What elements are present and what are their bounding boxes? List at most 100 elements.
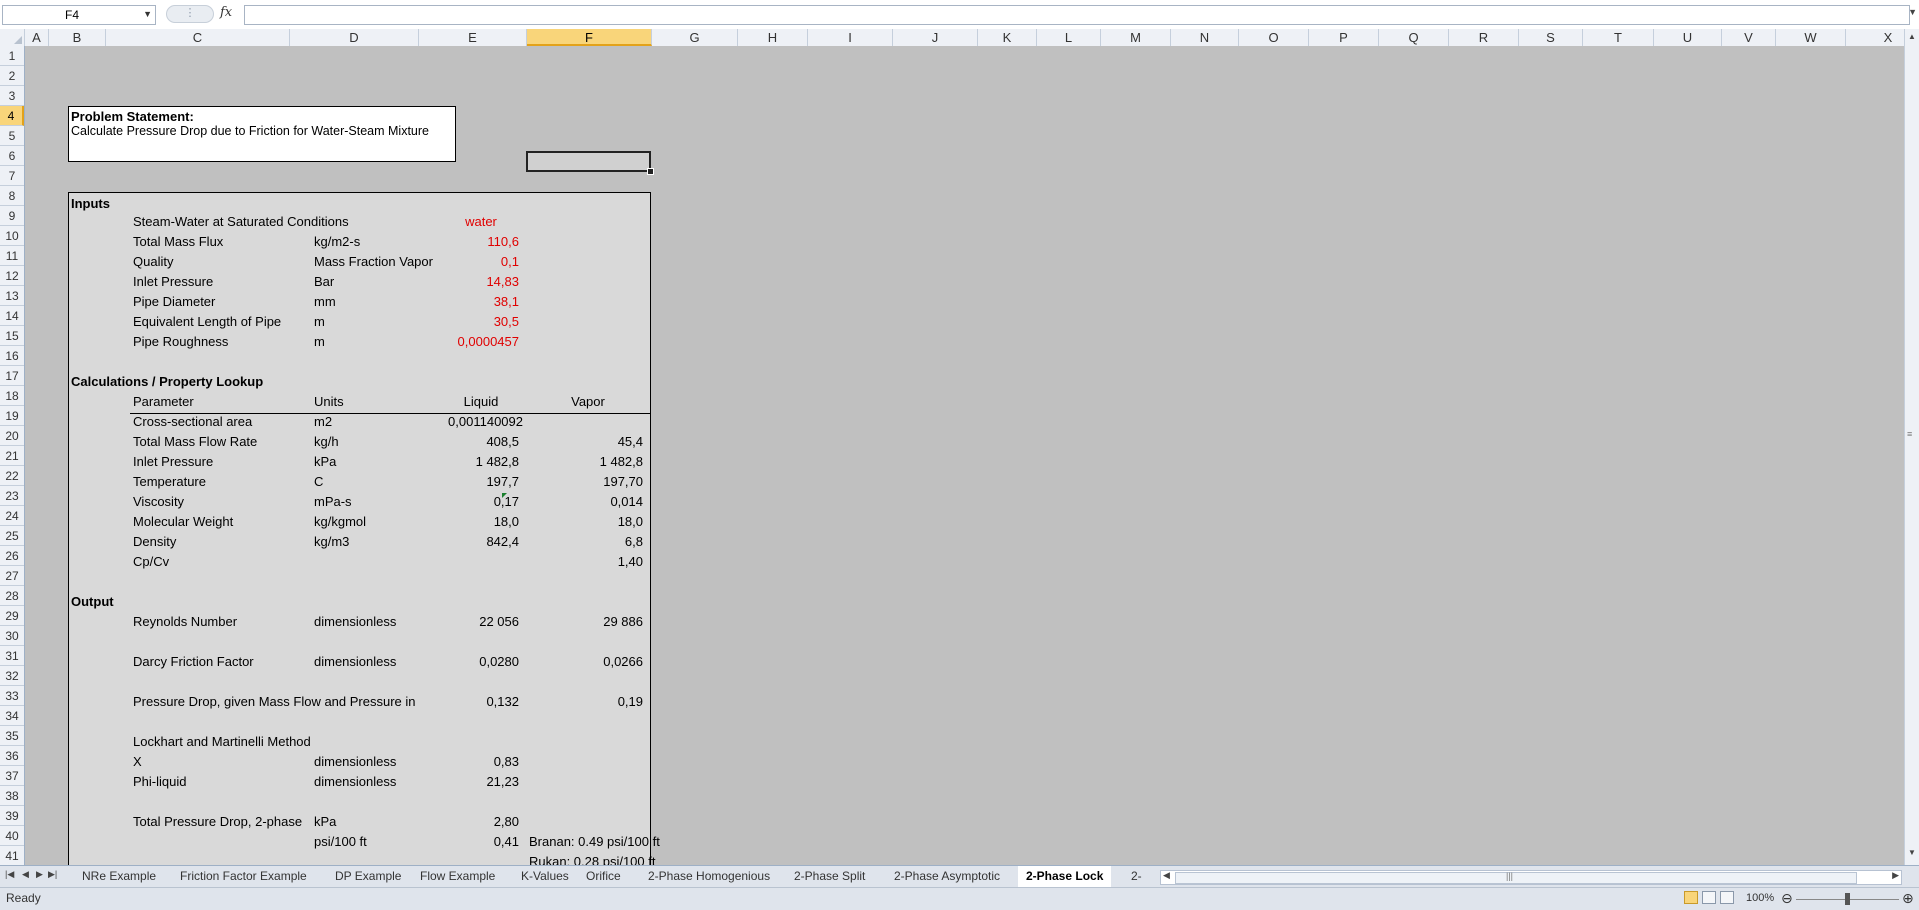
row-header[interactable]: 22 (0, 466, 24, 486)
sheet-tab[interactable]: Friction Factor Example (172, 866, 315, 886)
sheet-tab[interactable]: Orifice (578, 866, 629, 886)
sheet-tab[interactable]: K-Values (513, 866, 577, 886)
row-header[interactable]: 14 (0, 306, 24, 326)
row-header[interactable]: 10 (0, 226, 24, 246)
row-header[interactable]: 2 (0, 66, 24, 86)
sheet-tab[interactable]: 2-Phase Split (786, 866, 873, 886)
sheet-tab[interactable]: NRe Example (74, 866, 164, 886)
scroll-thumb-grip-icon[interactable]: ≡ (1907, 429, 1912, 439)
name-box[interactable]: F4 ▼ (2, 5, 156, 25)
row-header[interactable]: 13 (0, 286, 24, 306)
error-indicator-icon[interactable] (502, 493, 507, 498)
zoom-out-icon[interactable]: ⊖ (1781, 890, 1793, 907)
scroll-left-icon[interactable]: ◀ (1163, 870, 1170, 881)
column-header[interactable]: V (1722, 29, 1776, 46)
column-header[interactable]: N (1171, 29, 1239, 46)
row-header[interactable]: 35 (0, 726, 24, 746)
column-header[interactable]: S (1519, 29, 1583, 46)
row-header[interactable]: 1 (0, 46, 24, 66)
horizontal-scroll-thumb[interactable]: ||| (1175, 871, 1857, 884)
row-header[interactable]: 40 (0, 826, 24, 846)
row-header[interactable]: 16 (0, 346, 24, 366)
prev-sheet-icon[interactable]: ◀ (22, 869, 29, 880)
column-header[interactable]: Q (1379, 29, 1449, 46)
column-header[interactable]: H (738, 29, 808, 46)
row-header[interactable]: 8 (0, 186, 24, 206)
sheet-tab[interactable]: 2-Phase Asymptotic (886, 866, 1008, 886)
row-header[interactable]: 34 (0, 706, 24, 726)
column-header[interactable]: K (978, 29, 1037, 46)
selected-cell-f4[interactable] (526, 151, 651, 172)
normal-view-icon[interactable] (1684, 891, 1698, 904)
column-header[interactable]: F (527, 29, 652, 46)
row-header[interactable]: 12 (0, 266, 24, 286)
scroll-up-icon[interactable]: ▲ (1908, 32, 1916, 41)
chevron-down-icon[interactable]: ▼ (143, 9, 152, 19)
last-sheet-icon[interactable]: ▶| (48, 869, 57, 880)
column-header[interactable]: T (1583, 29, 1654, 46)
row-header[interactable]: 37 (0, 766, 24, 786)
row-header[interactable]: 11 (0, 246, 24, 266)
scroll-down-icon[interactable]: ▼ (1908, 848, 1916, 857)
row-header[interactable]: 41 (0, 846, 24, 866)
row-header[interactable]: 17 (0, 366, 24, 386)
row-header[interactable]: 7 (0, 166, 24, 186)
first-sheet-icon[interactable]: |◀ (5, 869, 14, 880)
row-header[interactable]: 20 (0, 426, 24, 446)
row-header[interactable]: 29 (0, 606, 24, 626)
column-header[interactable]: U (1654, 29, 1722, 46)
expand-formula-icon[interactable]: ▼ (1908, 7, 1917, 17)
row-header[interactable]: 18 (0, 386, 24, 406)
row-header[interactable]: 32 (0, 666, 24, 686)
column-header[interactable]: C (106, 29, 290, 46)
column-header[interactable]: D (290, 29, 419, 46)
column-header[interactable]: M (1101, 29, 1171, 46)
page-layout-view-icon[interactable] (1702, 891, 1716, 904)
row-header[interactable]: 33 (0, 686, 24, 706)
row-header[interactable]: 23 (0, 486, 24, 506)
row-header[interactable]: 15 (0, 326, 24, 346)
row-header[interactable]: 5 (0, 126, 24, 146)
sheet-tab[interactable]: 2- (1123, 866, 1150, 886)
sheet-tab[interactable]: 2-Phase Lock (1018, 866, 1112, 888)
page-break-view-icon[interactable] (1720, 891, 1734, 904)
column-header[interactable]: R (1449, 29, 1519, 46)
row-header[interactable]: 6 (0, 146, 24, 166)
column-header[interactable]: G (652, 29, 738, 46)
column-header[interactable]: P (1309, 29, 1379, 46)
zoom-slider-knob[interactable] (1845, 893, 1850, 905)
column-header[interactable]: O (1239, 29, 1309, 46)
row-header[interactable]: 28 (0, 586, 24, 606)
column-header[interactable]: E (419, 29, 527, 46)
zoom-level[interactable]: 100% (1746, 892, 1774, 904)
select-all-button[interactable] (0, 29, 25, 46)
row-header[interactable]: 38 (0, 786, 24, 806)
more-options-icon[interactable]: ⋮ (166, 5, 214, 23)
worksheet-grid[interactable]: Problem Statement: Calculate Pressure Dr… (25, 46, 1905, 872)
row-header[interactable]: 36 (0, 746, 24, 766)
column-header[interactable]: I (808, 29, 893, 46)
column-header[interactable]: L (1037, 29, 1101, 46)
fill-handle[interactable] (647, 168, 654, 175)
row-header[interactable]: 21 (0, 446, 24, 466)
zoom-in-icon[interactable]: ⊕ (1902, 890, 1914, 907)
insert-function-icon[interactable]: fx (220, 5, 232, 20)
horizontal-scrollbar[interactable]: ◀ ||| ▶ (1160, 870, 1902, 885)
column-header[interactable]: J (893, 29, 978, 46)
next-sheet-icon[interactable]: ▶ (36, 869, 43, 880)
row-header[interactable]: 4 (0, 106, 24, 126)
row-header[interactable]: 9 (0, 206, 24, 226)
row-header[interactable]: 31 (0, 646, 24, 666)
row-header[interactable]: 27 (0, 566, 24, 586)
sheet-tab[interactable]: Flow Example (412, 866, 503, 886)
row-header[interactable]: 30 (0, 626, 24, 646)
row-header[interactable]: 19 (0, 406, 24, 426)
row-header[interactable]: 25 (0, 526, 24, 546)
sheet-tab[interactable]: DP Example (327, 866, 409, 886)
column-header[interactable]: W (1776, 29, 1846, 46)
vertical-scrollbar[interactable]: ▲ ≡ ▼ (1904, 29, 1919, 865)
row-header[interactable]: 39 (0, 806, 24, 826)
row-header[interactable]: 3 (0, 86, 24, 106)
column-header[interactable]: B (49, 29, 106, 46)
row-header[interactable]: 26 (0, 546, 24, 566)
